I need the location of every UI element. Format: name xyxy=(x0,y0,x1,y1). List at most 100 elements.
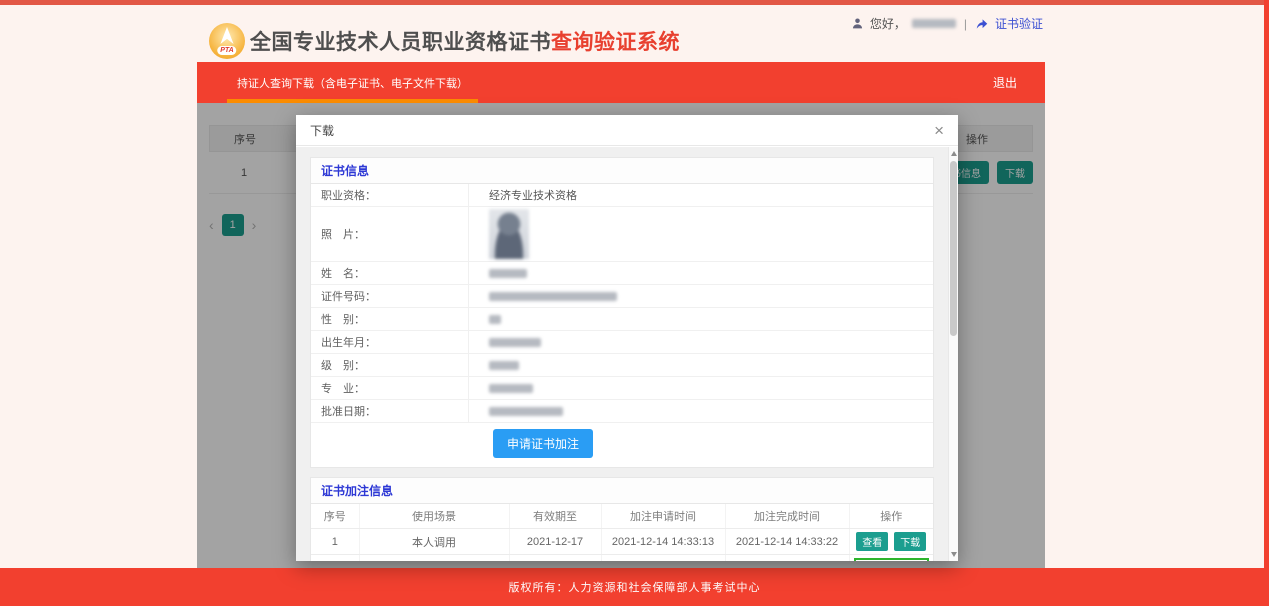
field-value xyxy=(469,262,933,284)
annotation-row: 2本人调用2021-12-152021-12-14 14:32:212021-1… xyxy=(311,555,933,562)
annotation-column-header: 有效期至 xyxy=(509,504,601,529)
cert-info-section: 证书信息 职业资格：经济专业技术资格照 片：姓 名：证件号码：性 别：出生年月：… xyxy=(310,157,934,468)
site-title-main: 全国专业技术人员职业资格证书 xyxy=(250,31,551,54)
user-area: 您好， | 证书验证 xyxy=(851,15,1043,32)
redacted-value xyxy=(489,338,541,347)
redacted-value xyxy=(489,407,563,416)
annotation-cell-complete_time: 2021-12-14 14:33:22 xyxy=(725,555,849,562)
logout-button[interactable]: 退出 xyxy=(993,62,1017,103)
annotation-column-header: 操作 xyxy=(849,504,933,529)
expired-highlight-box: 加注件已过期 xyxy=(854,558,930,561)
field-label: 照 片： xyxy=(311,207,469,261)
annotation-cell-complete_time: 2021-12-14 14:33:22 xyxy=(725,529,849,555)
copyright-text: 版权所有：人力资源和社会保障部人事考试中心 xyxy=(509,579,761,595)
greeting-text: 您好， xyxy=(870,15,906,32)
field-label: 批准日期： xyxy=(311,400,469,422)
brand: PTA 全国专业技术人员职业资格证书查询验证系统 xyxy=(209,23,680,59)
modal-header: 下载 × xyxy=(296,115,958,146)
user-icon xyxy=(851,17,864,30)
annotation-cell-apply_time: 2021-12-14 14:32:21 xyxy=(601,555,725,562)
field-label: 职业资格： xyxy=(311,184,469,206)
field-value xyxy=(469,354,933,376)
pta-logo: PTA xyxy=(209,23,245,59)
cert-field-row: 照 片： xyxy=(311,207,933,262)
field-label: 性 别： xyxy=(311,308,469,330)
download-button[interactable]: 下载 xyxy=(894,532,926,551)
cert-field-row: 职业资格：经济专业技术资格 xyxy=(311,184,933,207)
redacted-username xyxy=(912,19,956,28)
cert-field-row: 级 别： xyxy=(311,354,933,377)
modal-title: 下载 xyxy=(310,122,334,139)
site-header: PTA 全国专业技术人员职业资格证书查询验证系统 您好， | 证书验证 xyxy=(197,5,1045,62)
annotation-cell-apply_time: 2021-12-14 14:33:13 xyxy=(601,529,725,555)
field-label: 级 别： xyxy=(311,354,469,376)
scrollbar-thumb[interactable] xyxy=(950,161,957,336)
site-title-accent: 查询验证系统 xyxy=(551,31,680,54)
annotation-tbody: 1本人调用2021-12-172021-12-14 14:33:132021-1… xyxy=(311,529,933,562)
scroll-up-icon[interactable] xyxy=(951,151,957,156)
annotation-cell-valid_until: 2021-12-17 xyxy=(509,529,601,555)
cert-field-row: 批准日期： xyxy=(311,400,933,423)
active-tab-label: 持证人查询下载（含电子证书、电子文件下载） xyxy=(237,75,468,91)
separator: | xyxy=(964,17,967,31)
apply-button-row: 申请证书加注 xyxy=(311,423,933,467)
cert-field-row: 出生年月： xyxy=(311,331,933,354)
annotation-column-header: 使用场景 xyxy=(359,504,509,529)
redacted-value xyxy=(489,292,617,301)
lotus-icon xyxy=(216,27,238,44)
annotation-section-title: 证书加注信息 xyxy=(311,478,933,504)
field-label: 证件号码： xyxy=(311,285,469,307)
top-accent-bar xyxy=(0,0,1269,5)
field-label: 出生年月： xyxy=(311,331,469,353)
scroll-down-icon[interactable] xyxy=(951,552,957,557)
cert-field-list: 职业资格：经济专业技术资格照 片：姓 名：证件号码：性 别：出生年月：级 别：专… xyxy=(311,184,933,423)
close-icon[interactable]: × xyxy=(934,122,944,139)
logo-text: PTA xyxy=(217,46,236,55)
modal-body: 证书信息 职业资格：经济专业技术资格照 片：姓 名：证件号码：性 别：出生年月：… xyxy=(296,147,948,561)
modal-scrollbar[interactable] xyxy=(948,147,958,561)
view-button[interactable]: 查看 xyxy=(856,532,888,551)
right-accent-bar xyxy=(1264,0,1269,606)
tab-holder-query-download[interactable]: 持证人查询下载（含电子证书、电子文件下载） xyxy=(227,62,478,103)
download-modal: 下载 × 证书信息 职业资格：经济专业技术资格照 片：姓 名：证件号码：性 别：… xyxy=(296,115,958,561)
field-value xyxy=(469,331,933,353)
field-value xyxy=(469,285,933,307)
annotation-column-header: 序号 xyxy=(311,504,359,529)
field-value xyxy=(469,207,933,261)
cert-field-row: 证件号码： xyxy=(311,285,933,308)
annotation-cell-serial: 1 xyxy=(311,529,359,555)
annotation-cell-actions: 查看下载 xyxy=(849,529,933,555)
redacted-value xyxy=(489,315,501,324)
field-value xyxy=(469,377,933,399)
redacted-value xyxy=(489,384,533,393)
field-label: 专 业： xyxy=(311,377,469,399)
annotation-column-header: 加注完成时间 xyxy=(725,504,849,529)
cert-field-row: 专 业： xyxy=(311,377,933,400)
redacted-value xyxy=(489,269,527,278)
cert-field-row: 性 别： xyxy=(311,308,933,331)
annotation-cell-actions: 加注件已过期 xyxy=(849,555,933,562)
apply-annotation-button[interactable]: 申请证书加注 xyxy=(493,429,593,458)
field-value xyxy=(469,400,933,422)
share-arrow-icon xyxy=(975,17,989,31)
annotation-cell-scene: 本人调用 xyxy=(359,529,509,555)
annotation-column-header: 加注申请时间 xyxy=(601,504,725,529)
annotation-cell-valid_until: 2021-12-15 xyxy=(509,555,601,562)
cert-field-row: 姓 名： xyxy=(311,262,933,285)
annotation-section: 证书加注信息 序号使用场景有效期至加注申请时间加注完成时间操作 1本人调用202… xyxy=(310,477,934,561)
annotation-table: 序号使用场景有效期至加注申请时间加注完成时间操作 1本人调用2021-12-17… xyxy=(311,504,933,561)
annotation-cell-serial: 2 xyxy=(311,555,359,562)
site-title: 全国专业技术人员职业资格证书查询验证系统 xyxy=(250,26,680,56)
redacted-value xyxy=(489,361,519,370)
cert-info-section-title: 证书信息 xyxy=(311,158,933,184)
cert-verify-link[interactable]: 证书验证 xyxy=(995,15,1043,32)
annotation-header-row: 序号使用场景有效期至加注申请时间加注完成时间操作 xyxy=(311,504,933,529)
annotation-row: 1本人调用2021-12-172021-12-14 14:33:132021-1… xyxy=(311,529,933,555)
annotation-cell-scene: 本人调用 xyxy=(359,555,509,562)
field-label: 姓 名： xyxy=(311,262,469,284)
certificate-photo xyxy=(489,209,529,259)
field-value xyxy=(469,308,933,330)
field-value: 经济专业技术资格 xyxy=(469,184,933,206)
main-nav: 持证人查询下载（含电子证书、电子文件下载） 退出 xyxy=(197,62,1045,103)
footer: 版权所有：人力资源和社会保障部人事考试中心 xyxy=(0,568,1269,606)
